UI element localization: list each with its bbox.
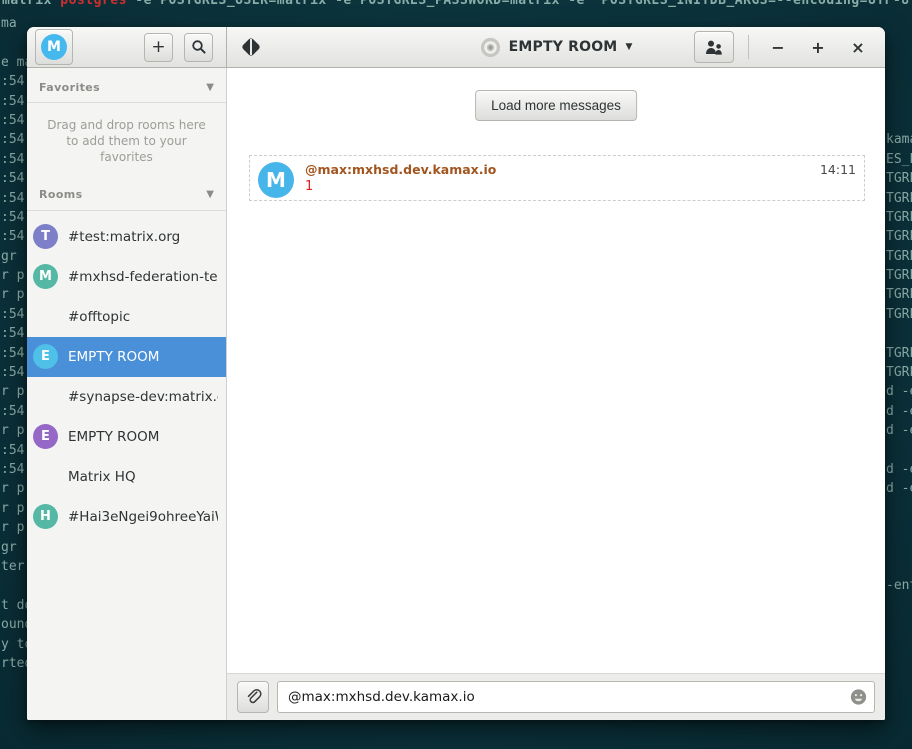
composer-bar [227, 673, 885, 720]
message-timestamp: 14:11 [820, 161, 856, 178]
app-logo-icon[interactable] [241, 37, 261, 57]
chat-pane: Load more messages M @max:mxhsd.dev.kama… [227, 68, 885, 720]
terminal-text-fragment: TGRE [886, 285, 912, 304]
app-window: M + EMPTY ROOM ▼ [27, 27, 885, 720]
terminal-text-fragment: TGRE [886, 169, 912, 188]
terminal-text-fragment [886, 557, 912, 576]
window-minimize-button[interactable]: − [763, 32, 793, 62]
sidebar-room-item[interactable]: #synapse-dev:matrix.org [27, 377, 226, 417]
emoji-picker-icon[interactable] [850, 689, 867, 706]
sidebar-room-item[interactable]: T #test:matrix.org [27, 217, 226, 257]
sidebar-room-item[interactable]: E EMPTY ROOM [27, 337, 226, 377]
load-more-messages-button[interactable]: Load more messages [475, 90, 637, 121]
terminal-text-fragment: TGRE [886, 344, 912, 363]
room-name: EMPTY ROOM [68, 349, 159, 365]
user-avatar: M [41, 34, 67, 60]
room-avatar: E [33, 344, 58, 369]
window-close-button[interactable]: × [843, 32, 873, 62]
message-history: Load more messages M @max:mxhsd.dev.kama… [227, 68, 885, 673]
message-input[interactable] [277, 681, 875, 713]
message-content: @max:mxhsd.dev.kamax.io 1 [305, 161, 809, 196]
add-room-button[interactable]: + [144, 33, 173, 62]
attach-file-button[interactable] [237, 681, 269, 713]
terminal-right-fragments: kamaES_PTGRETGRETGRETGRETGRETGRETGRETGRE… [886, 14, 912, 596]
members-list-button[interactable] [694, 31, 734, 63]
favorites-drop-hint: Drag and drop rooms here to add them to … [27, 103, 226, 182]
header-separator [748, 35, 749, 59]
terminal-text-fragment [886, 324, 912, 343]
sidebar-room-item[interactable]: H #Hai3eNgei9ohreeYaiW6f... [27, 497, 226, 537]
sidebar-room-item[interactable]: #offtopic [27, 297, 226, 337]
terminal-text-fragment: -ent [886, 576, 912, 595]
terminal-text-fragment [886, 72, 912, 91]
room-name: #test:matrix.org [68, 229, 180, 245]
message-row: M @max:mxhsd.dev.kamax.io 1 14:11 [249, 155, 865, 201]
room-name: EMPTY ROOM [68, 429, 159, 445]
terminal-text-fragment: kama [886, 130, 912, 149]
terminal-text-fragment [886, 33, 912, 52]
terminal-top-line: matrix postgres -e POSTGRES_USER=matrix … [2, 0, 912, 8]
room-list: T #test:matrix.org M #mxhsd-federation-test… [27, 217, 226, 537]
terminal-text-fragment: ES_P [886, 150, 912, 169]
sidebar: Favorites ▼ Drag and drop rooms here to … [27, 68, 227, 720]
terminal-text-fragment [886, 53, 912, 72]
room-avatar: E [33, 424, 58, 449]
terminal-text-fragment: TGRE [886, 189, 912, 208]
divider [27, 210, 226, 211]
terminal-text-fragment: d -e [886, 479, 912, 498]
room-name: Matrix HQ [68, 469, 136, 485]
rooms-label: Rooms [39, 188, 83, 201]
terminal-text-fragment: TGRE [886, 305, 912, 324]
sidebar-header: M + [27, 27, 227, 67]
rooms-collapse-icon: ▼ [206, 189, 214, 200]
room-avatar: H [33, 504, 58, 529]
header-bar: M + EMPTY ROOM ▼ [27, 27, 885, 68]
room-menu-caret-icon: ▼ [625, 42, 632, 52]
terminal-text-fragment [886, 441, 912, 460]
message-sender-name: @max:mxhsd.dev.kamax.io [305, 161, 809, 178]
paperclip-icon [245, 689, 262, 706]
message-sender-avatar: M [258, 162, 294, 198]
terminal-text-fragment: d -e [886, 421, 912, 440]
favorites-collapse-icon: ▼ [206, 82, 214, 93]
sidebar-room-item[interactable]: M #mxhsd-federation-test:k... [27, 257, 226, 297]
people-icon [704, 40, 724, 55]
search-button[interactable] [184, 33, 213, 62]
favorites-section-header[interactable]: Favorites ▼ [27, 74, 226, 100]
room-avatar: T [33, 224, 58, 249]
terminal-text-fragment [886, 538, 912, 557]
terminal-text-fragment [886, 111, 912, 130]
terminal-text-fragment: TGRE [886, 227, 912, 246]
terminal-text-fragment [886, 14, 912, 33]
room-name: #synapse-dev:matrix.org [68, 389, 218, 405]
sidebar-room-item[interactable]: Matrix HQ [27, 457, 226, 497]
header-tools: − + × [694, 31, 873, 63]
terminal-text-fragment: TGRE [886, 247, 912, 266]
room-name: #offtopic [68, 309, 130, 325]
room-name: #mxhsd-federation-test:k... [68, 269, 218, 285]
terminal-text-fragment [886, 499, 912, 518]
room-avatar-placeholder-icon [480, 37, 501, 58]
favorites-label: Favorites [39, 81, 100, 94]
search-icon [191, 39, 207, 55]
terminal-text-fragment: TGRE [886, 266, 912, 285]
window-maximize-button[interactable]: + [803, 32, 833, 62]
terminal-text-fragment: d -e [886, 460, 912, 479]
room-header: EMPTY ROOM ▼ − + × [227, 27, 885, 67]
room-title: EMPTY ROOM [509, 39, 618, 55]
room-name: #Hai3eNgei9ohreeYaiW6f... [68, 509, 218, 525]
rooms-section-header[interactable]: Rooms ▼ [27, 182, 226, 208]
terminal-text-fragment: d -e [886, 382, 912, 401]
sidebar-room-item[interactable]: E EMPTY ROOM [27, 417, 226, 457]
terminal-text-fragment: TGRE [886, 208, 912, 227]
terminal-text-fragment: TGRE [886, 363, 912, 382]
user-account-button[interactable]: M [35, 29, 73, 65]
terminal-text-fragment [886, 92, 912, 111]
message-entry-wrap [277, 681, 875, 713]
terminal-text-fragment [886, 518, 912, 537]
message-body: 1 [305, 178, 809, 196]
terminal-text-fragment: d -e [886, 402, 912, 421]
room-avatar: M [33, 264, 58, 289]
